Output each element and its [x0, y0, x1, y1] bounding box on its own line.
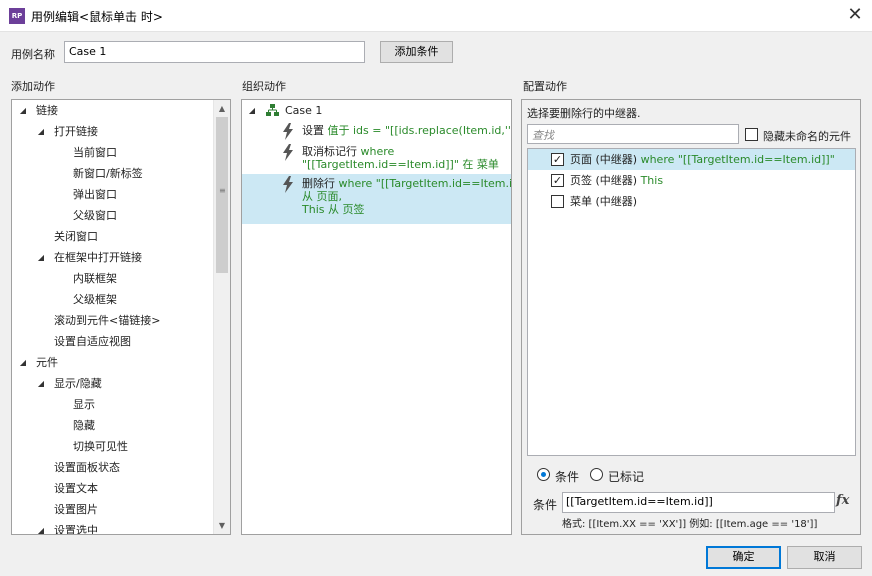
repeater-checkbox[interactable]: ✓ — [551, 174, 564, 187]
action-tree-label: 关闭窗口 — [54, 230, 98, 243]
action-verb: 设置 — [302, 124, 324, 137]
action-tree-label: 弹出窗口 — [73, 188, 117, 201]
add-actions-panel: ◢ 链接 ◢ 打开链接当前窗口新窗口/新标签 弹出窗口父级窗口关闭窗口 ◢ 在框架中打开链接… — [11, 99, 231, 535]
action-verb: 删除行 — [302, 177, 335, 190]
action-verb: 取消标记行 — [302, 145, 357, 158]
lightning-icon — [283, 144, 293, 161]
expand-caret-icon[interactable]: ◢ — [18, 100, 28, 121]
organize-actions-panel: ◢ Case 1 设置 值于 ids = "[[ids.replace(Item… — [241, 99, 512, 535]
ok-button[interactable]: 确定 — [706, 546, 781, 569]
repeater-list: ✓ 页面 (中继器) where "[[TargetItem.id==Item.i… — [527, 148, 856, 456]
action-tree-label: 新窗口/新标签 — [73, 167, 143, 180]
expand-caret-icon[interactable]: ◢ — [36, 121, 46, 142]
action-tree-label: 设置选中 — [54, 524, 98, 535]
action-tree-label: 显示 — [73, 398, 95, 411]
action-entry[interactable]: 删除行 where "[[TargetItem.id==Item.id]]"从 … — [242, 174, 511, 224]
repeater-name: 页面 (中继器) — [570, 153, 638, 166]
action-tree-label: 元件 — [36, 356, 58, 369]
scroll-grip-icon: ≡ — [219, 186, 226, 195]
repeater-checkbox[interactable] — [551, 195, 564, 208]
condition-radio[interactable] — [537, 468, 550, 481]
marked-radio[interactable] — [590, 468, 603, 481]
action-tree-label: 设置图片 — [54, 503, 98, 516]
case-tree-icon — [266, 104, 279, 116]
action-detail: 值于 ids = "[[ids.replace(Item.id,'')]]" — [327, 124, 512, 137]
repeater-label: 页面 (中继器) where "[[TargetItem.id==Item.id… — [570, 149, 835, 170]
case-label: Case 1 — [285, 104, 323, 117]
action-tree-label: 内联框架 — [73, 272, 117, 285]
repeater-name: 菜单 (中继器) — [570, 195, 638, 208]
repeater-name: 页签 (中继器) — [570, 174, 638, 187]
format-hint: 格式: [[Item.XX == 'XX']] 例如: [[Item.age =… — [562, 519, 818, 530]
tree-scrollbar[interactable]: ▲ ≡ ▼ — [213, 100, 230, 534]
action-detail: "[[TargetItem.id==Item.id]]" 在 菜单 — [302, 158, 499, 171]
action-text: 删除行 where "[[TargetItem.id==Item.id]]"从 … — [302, 177, 512, 216]
expand-caret-icon[interactable]: ◢ — [18, 352, 28, 373]
action-tree-label: 隐藏 — [73, 419, 95, 432]
case-name-input[interactable]: Case 1 — [64, 41, 365, 63]
action-tree-label: 切换可见性 — [73, 440, 128, 453]
action-tree-label: 父级框架 — [73, 293, 117, 306]
repeater-detail: where "[[TargetItem.id==Item.id]]" — [637, 153, 835, 166]
action-tree-label: 显示/隐藏 — [54, 377, 102, 390]
title-bar: RP 用例编辑<鼠标单击 时> ✕ — [0, 0, 872, 32]
action-tree-label: 父级窗口 — [73, 209, 117, 222]
action-tree-label: 当前窗口 — [73, 146, 117, 159]
action-detail: where — [360, 145, 395, 158]
repeater-row[interactable]: ✓ 页签 (中继器) This — [528, 170, 855, 191]
window-title: 用例编辑<鼠标单击 时> — [31, 10, 163, 24]
condition-input[interactable]: [[TargetItem.id==Item.id]] — [562, 492, 835, 513]
repeater-checkbox[interactable]: ✓ — [551, 153, 564, 166]
action-tree-label: 设置文本 — [54, 482, 98, 495]
action-entry[interactable]: 取消标记行 where "[[TargetItem.id==Item.id]]" … — [242, 142, 511, 174]
lightning-icon — [283, 176, 293, 193]
configure-instruction: 选择要删除行的中继器. — [527, 107, 641, 120]
fx-button[interactable]: fx — [836, 493, 849, 508]
expand-caret-icon[interactable]: ◢ — [36, 247, 46, 268]
action-tree-label: 设置面板状态 — [54, 461, 120, 474]
condition-radio-label: 条件 — [555, 470, 580, 484]
scroll-thumb[interactable]: ≡ — [216, 117, 228, 273]
action-tree-label: 链接 — [36, 104, 58, 117]
repeater-label: 菜单 (中继器) — [570, 191, 637, 212]
action-tree-label: 设置自适应视图 — [54, 335, 131, 348]
repeater-row[interactable]: ✓ 页面 (中继器) where "[[TargetItem.id==Item.i… — [528, 149, 855, 170]
marked-radio-label: 已标记 — [608, 470, 645, 484]
case-node[interactable]: ◢ Case 1 — [247, 100, 507, 121]
app-logo-icon: RP — [9, 8, 25, 24]
action-detail: 从 页面, — [302, 190, 342, 203]
action-detail: where "[[TargetItem.id==Item.id]]" — [338, 177, 512, 190]
repeater-row[interactable]: 菜单 (中继器) — [528, 191, 855, 212]
scroll-up-icon[interactable]: ▲ — [214, 100, 230, 117]
expand-caret-icon[interactable]: ◢ — [36, 373, 46, 394]
lightning-icon — [283, 123, 293, 140]
expand-caret-icon[interactable]: ◢ — [36, 520, 46, 534]
action-tree-label: 打开链接 — [54, 125, 98, 138]
action-text: 取消标记行 where "[[TargetItem.id==Item.id]]" … — [302, 145, 499, 171]
case-name-label: 用例名称 — [11, 48, 55, 61]
hide-unnamed-label: 隐藏未命名的元件 — [763, 130, 851, 143]
scroll-down-icon[interactable]: ▼ — [214, 517, 230, 534]
organize-actions-header: 组织动作 — [242, 80, 286, 93]
action-tree-label: 在框架中打开链接 — [54, 251, 142, 264]
action-text: 设置 值于 ids = "[[ids.replace(Item.id,'')]]… — [302, 124, 512, 137]
hide-unnamed-checkbox[interactable] — [745, 128, 758, 141]
add-actions-header: 添加动作 — [11, 80, 55, 93]
action-entry[interactable]: 设置 值于 ids = "[[ids.replace(Item.id,'')]]… — [242, 121, 511, 142]
configure-actions-panel: 选择要删除行的中继器. 查找 隐藏未命名的元件 ✓ 页面 (中继器) where … — [521, 99, 861, 535]
search-input[interactable]: 查找 — [527, 124, 739, 144]
action-tree-label: 滚动到元件<锚链接> — [54, 314, 161, 327]
action-detail: This 从 页签 — [302, 203, 365, 216]
repeater-detail: This — [637, 174, 664, 187]
add-condition-button[interactable]: 添加条件 — [380, 41, 453, 63]
repeater-label: 页签 (中继器) This — [570, 170, 663, 191]
case-caret-icon[interactable]: ◢ — [247, 100, 257, 121]
cancel-button[interactable]: 取消 — [787, 546, 862, 569]
configure-actions-header: 配置动作 — [523, 80, 567, 93]
condition-label: 条件 — [533, 498, 558, 512]
close-icon[interactable]: ✕ — [838, 0, 872, 32]
